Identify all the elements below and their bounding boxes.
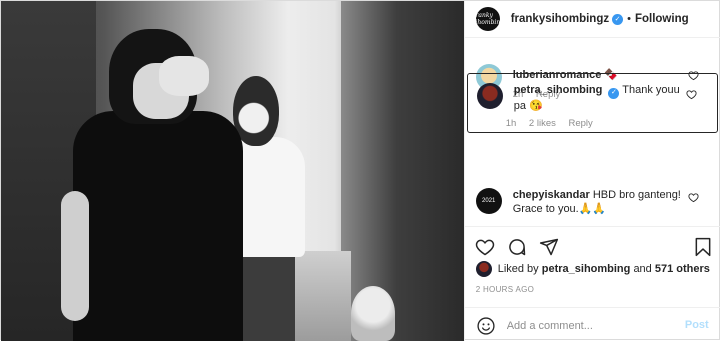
post-header: Franky Sihombing frankysihombingz ✓ • Fo… <box>464 1 720 38</box>
commenter-avatar[interactable] <box>476 83 503 109</box>
photo-figure-baby <box>351 286 395 341</box>
liker-avatar[interactable] <box>475 261 492 277</box>
author-avatar[interactable]: Franky Sihombing <box>471 7 504 31</box>
heart-icon[interactable] <box>475 237 495 257</box>
header-separator: • <box>627 13 631 25</box>
likes-summary: Liked by petra_sihombing and 571 others <box>475 261 710 277</box>
share-icon[interactable] <box>539 237 559 257</box>
likes-prefix: Liked by <box>497 263 539 275</box>
add-comment-input[interactable] <box>506 317 667 335</box>
post-comment-button[interactable]: Post <box>685 319 709 331</box>
bookmark-icon[interactable] <box>693 237 713 257</box>
emoji-icon[interactable] <box>476 316 496 336</box>
comment-meta: 1h 2 likes Reply <box>506 118 593 129</box>
following-button[interactable]: Following <box>635 13 689 25</box>
author-username[interactable]: frankysihombingz <box>511 13 609 25</box>
comment-body: petra_sihombing ✓ Thank youu pa 😘 <box>514 83 684 113</box>
add-comment-bar: Post <box>464 307 720 341</box>
comment-time: 1h <box>505 118 517 129</box>
post-actions-bar <box>464 226 720 266</box>
likes-conjunction: and <box>633 263 652 275</box>
comment-item-highlighted: petra_sihombing ✓ Thank youu pa 😘 1h 2 l… <box>466 73 718 133</box>
post-timestamp[interactable]: 2 HOURS AGO <box>476 285 534 294</box>
author-avatar-logo: Franky Sihombing <box>471 12 505 26</box>
liker-username[interactable]: petra_sihombing <box>542 263 631 275</box>
comment-item: 2021 chepyiskandar HBD bro ganteng! Grac… <box>465 178 720 228</box>
comment-heart-icon[interactable] <box>686 89 697 100</box>
verified-badge-icon: ✓ <box>612 13 624 25</box>
likes-others-link[interactable]: 571 others <box>655 263 710 275</box>
photo-figure-man <box>73 111 243 341</box>
commenter-avatar[interactable]: 2021 <box>475 188 502 214</box>
commenter-username[interactable]: petra_sihombing <box>514 84 603 96</box>
comment-body: chepyiskandar HBD bro ganteng! Grace to … <box>513 188 683 216</box>
comment-icon[interactable] <box>507 237 527 257</box>
post-photo[interactable] <box>1 1 464 341</box>
reply-button[interactable]: Reply <box>569 118 593 129</box>
comment-heart-icon[interactable] <box>688 192 699 203</box>
photo-figure-man <box>61 191 89 321</box>
verified-badge-icon: ✓ <box>608 87 620 99</box>
commenter-username[interactable]: chepyiskandar <box>513 189 590 201</box>
post-side-panel: Franky Sihombing frankysihombingz ✓ • Fo… <box>463 1 720 341</box>
comment-likes[interactable]: 2 likes <box>529 118 556 129</box>
instagram-post: Franky Sihombing frankysihombingz ✓ • Fo… <box>0 0 720 341</box>
commenter-avatar-text: 2021 <box>482 198 496 204</box>
photo-figure-man <box>159 56 209 96</box>
